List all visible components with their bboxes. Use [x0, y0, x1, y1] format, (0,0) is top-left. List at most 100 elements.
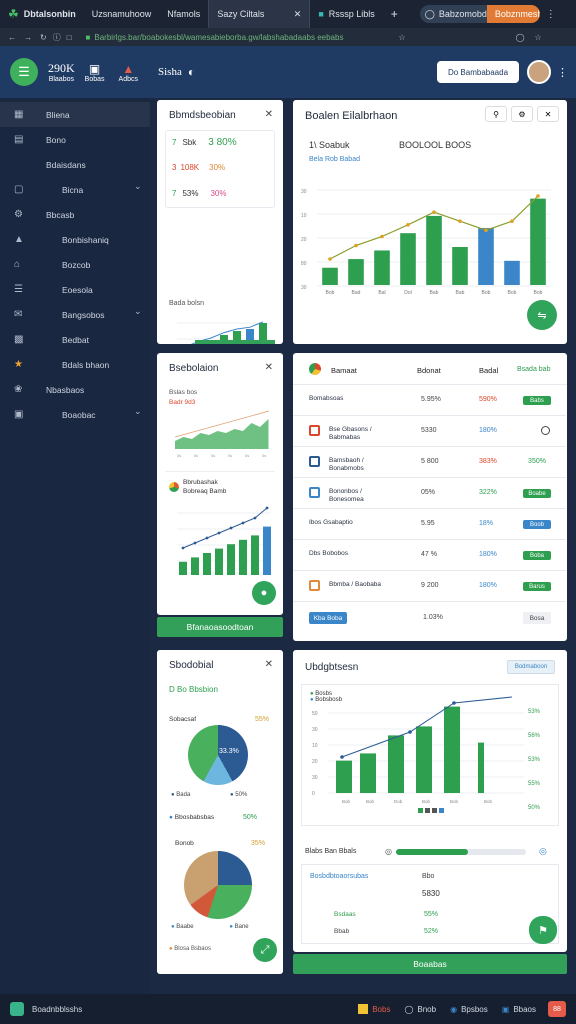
table-row[interactable]: Dbs Bobobos 47 % 180% Boba — [293, 540, 566, 571]
panel-c-bottom-button[interactable]: Bfanaoasoodtoan — [157, 617, 283, 637]
settings-icon[interactable]: ⚙ — [511, 106, 533, 122]
table-row[interactable]: Bononbos / Bonesomea 05% 322% Boabe — [293, 478, 566, 509]
table-row[interactable]: Bse Gbasons / Babmabas 5330 180% — [293, 416, 566, 447]
sidebar-item[interactable]: ⌂ Bozcob — [0, 252, 150, 277]
table-row[interactable]: Ibos Gsabaptio 5.95 18% Boob — [293, 509, 566, 540]
footer-item-1[interactable]: Bobs — [372, 1005, 390, 1014]
bar[interactable] — [388, 735, 404, 793]
footer-badge[interactable]: 88 — [548, 1001, 566, 1017]
bar[interactable] — [478, 228, 494, 285]
table-row[interactable]: Bamsbaoh / Bonabmobs 5 800 383% 350% — [293, 447, 566, 478]
back-icon[interactable]: ← — [8, 33, 16, 42]
status-badge[interactable]: Boob — [523, 520, 551, 529]
info-icon[interactable]: ⓘ — [53, 32, 61, 43]
sidebar-item[interactable]: ❀ Nbasbaos — [0, 377, 150, 402]
sidebar-item[interactable]: Bdaisdans — [0, 152, 150, 177]
table-footer-button[interactable]: Kba Boba — [309, 612, 347, 624]
tab-5[interactable]: ■ Rsssp Libls — [310, 0, 382, 28]
close-icon[interactable]: ✕ — [537, 106, 559, 122]
bar[interactable] — [452, 247, 468, 285]
browser-search-field[interactable]: ◯ Babzomobd Bobznmeshn — [419, 5, 540, 23]
close-icon[interactable]: ✕ — [265, 109, 273, 120]
orange-tab-label[interactable]: Bobznmeshn — [486, 5, 540, 23]
table-row[interactable]: Bbmba / Baobaba 9 200 180% Barus — [293, 571, 566, 602]
footer-item-2[interactable]: Bnob — [417, 1005, 436, 1014]
extension-icon[interactable]: ◯ — [516, 33, 525, 42]
y-tick-label: 10 — [312, 743, 318, 749]
sidebar-item[interactable]: ⚙ Bbcasb — [0, 202, 150, 227]
sidebar-item[interactable]: ☰ Eoesola — [0, 277, 150, 302]
table-row[interactable]: Bomabsoas 5.95% 590% Babs — [293, 385, 566, 416]
bar[interactable] — [322, 267, 338, 285]
table-footer-status[interactable]: Bosa — [523, 612, 551, 624]
close-tab-icon[interactable]: ✕ — [294, 9, 302, 20]
footer-item-3[interactable]: Bpsbos — [461, 1005, 488, 1014]
bar[interactable] — [348, 259, 364, 285]
url-field[interactable]: Barbirlgs.bar/boabokesbl/wamesabieborba.… — [94, 33, 394, 42]
profile-icon[interactable]: ☆ — [535, 33, 542, 42]
sidebar-item[interactable]: ✉ Bangsobos ⌄ — [0, 302, 150, 327]
sidebar-item[interactable]: ▣ Boaobac ⌄ — [0, 402, 150, 427]
bar[interactable] — [360, 753, 376, 793]
eye-icon[interactable]: ◎ — [385, 847, 392, 856]
tab-3[interactable]: Nfamols — [159, 0, 208, 28]
close-icon[interactable]: ✕ — [265, 362, 273, 373]
bookmark-star-icon[interactable]: ☆ — [398, 33, 405, 42]
status-badge[interactable]: Boabe — [523, 489, 551, 498]
reload-icon[interactable]: ↻ — [40, 33, 47, 42]
header-stat-2[interactable]: ▣ Bobas — [85, 62, 105, 83]
fab-adjust-button[interactable]: ⇋ — [527, 300, 557, 330]
menu-button[interactable]: ☰ — [10, 58, 38, 86]
panel-e-bottom-button[interactable]: Boaabas — [293, 954, 567, 974]
chevron-down-icon[interactable]: ⌄ — [134, 306, 142, 317]
sidebar-item[interactable]: ★ Bdals bhaon — [0, 352, 150, 377]
bar[interactable] — [400, 233, 416, 285]
bar[interactable] — [504, 260, 520, 285]
panel-bottom-button[interactable]: Bodmaboon — [507, 660, 555, 674]
check-circle-icon[interactable]: ◎ — [539, 846, 547, 857]
bar[interactable] — [426, 215, 442, 285]
panel-pies-title: Sbodobial — [169, 660, 214, 671]
sidebar-item[interactable]: ▩ Bedbat — [0, 327, 150, 352]
chevron-down-icon[interactable]: ⌄ — [134, 181, 142, 192]
status-badge[interactable]: 350% — [521, 457, 553, 466]
pager-dot[interactable] — [432, 808, 437, 813]
status-badge[interactable]: Babs — [523, 396, 551, 405]
sidebar-item[interactable]: ▢ Bicna ⌄ — [0, 177, 150, 202]
fab-flag-button[interactable]: ⚑ — [529, 916, 557, 944]
tab-1[interactable]: ☘ Dbtalsonbin — [0, 0, 84, 28]
detail-link[interactable]: Bosbdbtoaorsubas — [310, 873, 368, 880]
bar[interactable] — [416, 726, 432, 793]
sidebar-item[interactable]: ▦ Bliena — [0, 102, 150, 127]
bar[interactable] — [336, 760, 352, 793]
fab-expand-button[interactable]: ⤢ — [253, 938, 277, 962]
sidebar-item[interactable]: ▲ Bonbishaniq — [0, 227, 150, 252]
status-badge[interactable]: Boba — [523, 551, 551, 560]
trend-point — [408, 730, 412, 734]
forward-icon[interactable]: → — [24, 33, 32, 42]
close-icon[interactable]: ✕ — [265, 659, 273, 670]
radio-icon[interactable] — [541, 426, 550, 435]
pager-dot[interactable] — [439, 808, 444, 813]
avatar[interactable] — [527, 60, 551, 84]
fab-panel-c[interactable]: ● — [252, 581, 276, 605]
pager-dot[interactable] — [425, 808, 430, 813]
status-badge[interactable]: Barus — [523, 582, 551, 591]
sidebar-item[interactable]: ▤ Bono — [0, 127, 150, 152]
tab-4[interactable]: Sazy Ciltals ✕ — [208, 0, 311, 28]
bar[interactable] — [444, 706, 460, 793]
cta-button[interactable]: Do Bambabaada — [437, 61, 519, 83]
new-tab-button[interactable]: + — [383, 0, 406, 28]
bar[interactable] — [478, 742, 484, 793]
x-tick-label: Dob — [394, 799, 403, 804]
more-vert-icon[interactable]: ⋮ — [557, 66, 568, 79]
bar[interactable] — [530, 198, 546, 285]
search-icon[interactable]: ⚲ — [485, 106, 507, 122]
pager-dot[interactable] — [418, 808, 423, 813]
tab-2[interactable]: Uzsnamuhoow — [84, 0, 160, 28]
header-stat-3[interactable]: ▲ Adbcs — [119, 62, 138, 83]
window-menu-icon[interactable]: ⋮ — [546, 9, 556, 20]
bar[interactable] — [374, 250, 390, 285]
footer-item-4[interactable]: Bbaos — [513, 1005, 536, 1014]
chevron-down-icon[interactable]: ⌄ — [134, 406, 142, 417]
